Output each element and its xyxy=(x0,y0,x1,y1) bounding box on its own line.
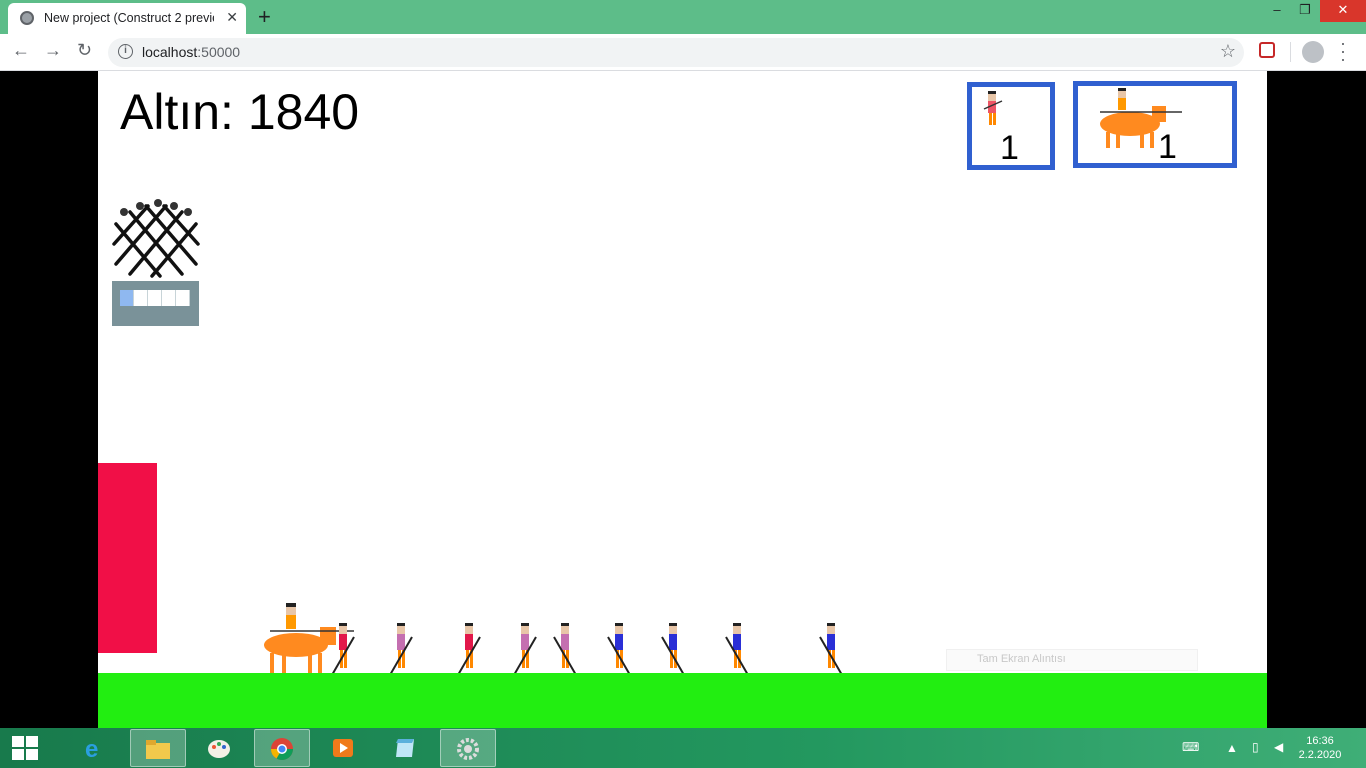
soldier-unit xyxy=(457,623,481,676)
url-text: localhost:50000 xyxy=(142,44,240,60)
paint-icon xyxy=(208,740,230,758)
url-host: localhost xyxy=(142,44,198,60)
cavalry-count: 1 xyxy=(1158,128,1177,166)
url-port: :50000 xyxy=(197,44,241,60)
restore-button[interactable]: ❐ xyxy=(1290,0,1320,22)
site-info-icon[interactable]: i xyxy=(118,44,133,59)
profile-avatar-icon[interactable] xyxy=(1302,41,1324,63)
taskbar-clock[interactable]: 16:36 2.2.2020 xyxy=(1296,734,1344,762)
minimize-button[interactable]: – xyxy=(1262,0,1292,22)
progress-segment xyxy=(134,290,148,306)
soldier-unit xyxy=(725,623,749,676)
soldier-unit xyxy=(331,623,355,676)
volume-icon[interactable]: ◀ xyxy=(1274,740,1283,754)
game-viewport: Altın: 1840 1 1 Tam Ekran Alıntısı xyxy=(0,71,1366,728)
ground xyxy=(98,673,1267,728)
browser-tab-bar: New project (Construct 2 preview ✕ + – ❐… xyxy=(0,0,1366,34)
windows-taskbar: e ⌨ ▲ ▯ ◀ 16:36 2.2.2020 xyxy=(0,728,1366,768)
taskbar-settings-button[interactable] xyxy=(440,729,496,767)
address-bar[interactable]: i localhost:50000 ☆ xyxy=(108,38,1244,67)
production-progress-bar xyxy=(120,290,190,306)
browser-tab[interactable]: New project (Construct 2 preview ✕ xyxy=(8,3,246,34)
progress-segment xyxy=(120,290,134,306)
toolbar-separator xyxy=(1290,42,1291,62)
taskbar-paint-button[interactable] xyxy=(192,729,248,767)
chrome-icon xyxy=(271,738,293,760)
forward-arrow-icon[interactable]: → xyxy=(44,40,62,61)
media-player-icon xyxy=(333,739,353,757)
progress-segment xyxy=(176,290,190,306)
browser-menu-icon[interactable]: · · · xyxy=(1340,34,1346,68)
spearman-count: 1 xyxy=(1000,129,1019,167)
new-tab-button[interactable]: + xyxy=(258,4,271,30)
enemy-base xyxy=(98,463,157,653)
soldier-unit xyxy=(661,623,685,676)
taskbar-ie-button[interactable]: e xyxy=(68,729,124,767)
svg-text:e: e xyxy=(85,736,98,760)
spear-bundle-icon[interactable] xyxy=(112,198,200,278)
snipping-tool-watermark: Tam Ekran Alıntısı xyxy=(946,649,1198,671)
taskbar-chrome-button[interactable] xyxy=(254,729,310,767)
settings-gear-icon xyxy=(457,738,479,760)
back-arrow-icon[interactable]: ← xyxy=(12,40,30,61)
progress-segment xyxy=(148,290,162,306)
windows-start-icon[interactable] xyxy=(12,736,38,760)
production-progress-panel xyxy=(112,281,199,326)
gold-counter: Altın: 1840 xyxy=(120,84,360,140)
soldier-unit xyxy=(607,623,631,676)
soldier-unit xyxy=(513,623,537,676)
taskbar-media-button[interactable] xyxy=(316,729,372,767)
construct-favicon-icon xyxy=(20,11,34,25)
internet-explorer-icon: e xyxy=(85,736,98,760)
taskbar-explorer-button[interactable] xyxy=(130,729,186,767)
keyboard-icon[interactable]: ⌨ xyxy=(1182,740,1199,754)
cavalry-unit-card[interactable]: 1 xyxy=(1073,81,1237,168)
spearman-unit-card[interactable]: 1 xyxy=(967,82,1055,170)
browser-toolbar: ← → ↻ i localhost:50000 ☆ · · · xyxy=(0,34,1366,71)
file-explorer-icon xyxy=(146,740,170,759)
taskbar-notepad-button[interactable] xyxy=(378,729,434,767)
notepad-icon xyxy=(396,739,414,757)
game-canvas[interactable]: Altın: 1840 1 1 Tam Ekran Alıntısı xyxy=(98,71,1267,728)
bookmark-star-icon[interactable]: ☆ xyxy=(1220,41,1236,62)
clock-time: 16:36 xyxy=(1306,735,1334,747)
reload-icon[interactable]: ↻ xyxy=(77,40,92,61)
close-window-button[interactable]: ✕ xyxy=(1320,0,1366,22)
battery-icon[interactable]: ▯ xyxy=(1252,740,1259,754)
clock-date: 2.2.2020 xyxy=(1298,749,1342,761)
progress-segment xyxy=(162,290,176,306)
tray-overflow-icon[interactable]: ▲ xyxy=(1226,741,1238,755)
soldier-unit xyxy=(389,623,413,676)
tab-close-icon[interactable]: ✕ xyxy=(226,9,238,26)
cavalry-icon xyxy=(1100,88,1182,148)
extension-shield-icon[interactable] xyxy=(1259,42,1275,58)
tab-title: New project (Construct 2 preview xyxy=(44,11,214,25)
soldier-unit xyxy=(819,623,843,676)
soldier-unit xyxy=(553,623,577,676)
